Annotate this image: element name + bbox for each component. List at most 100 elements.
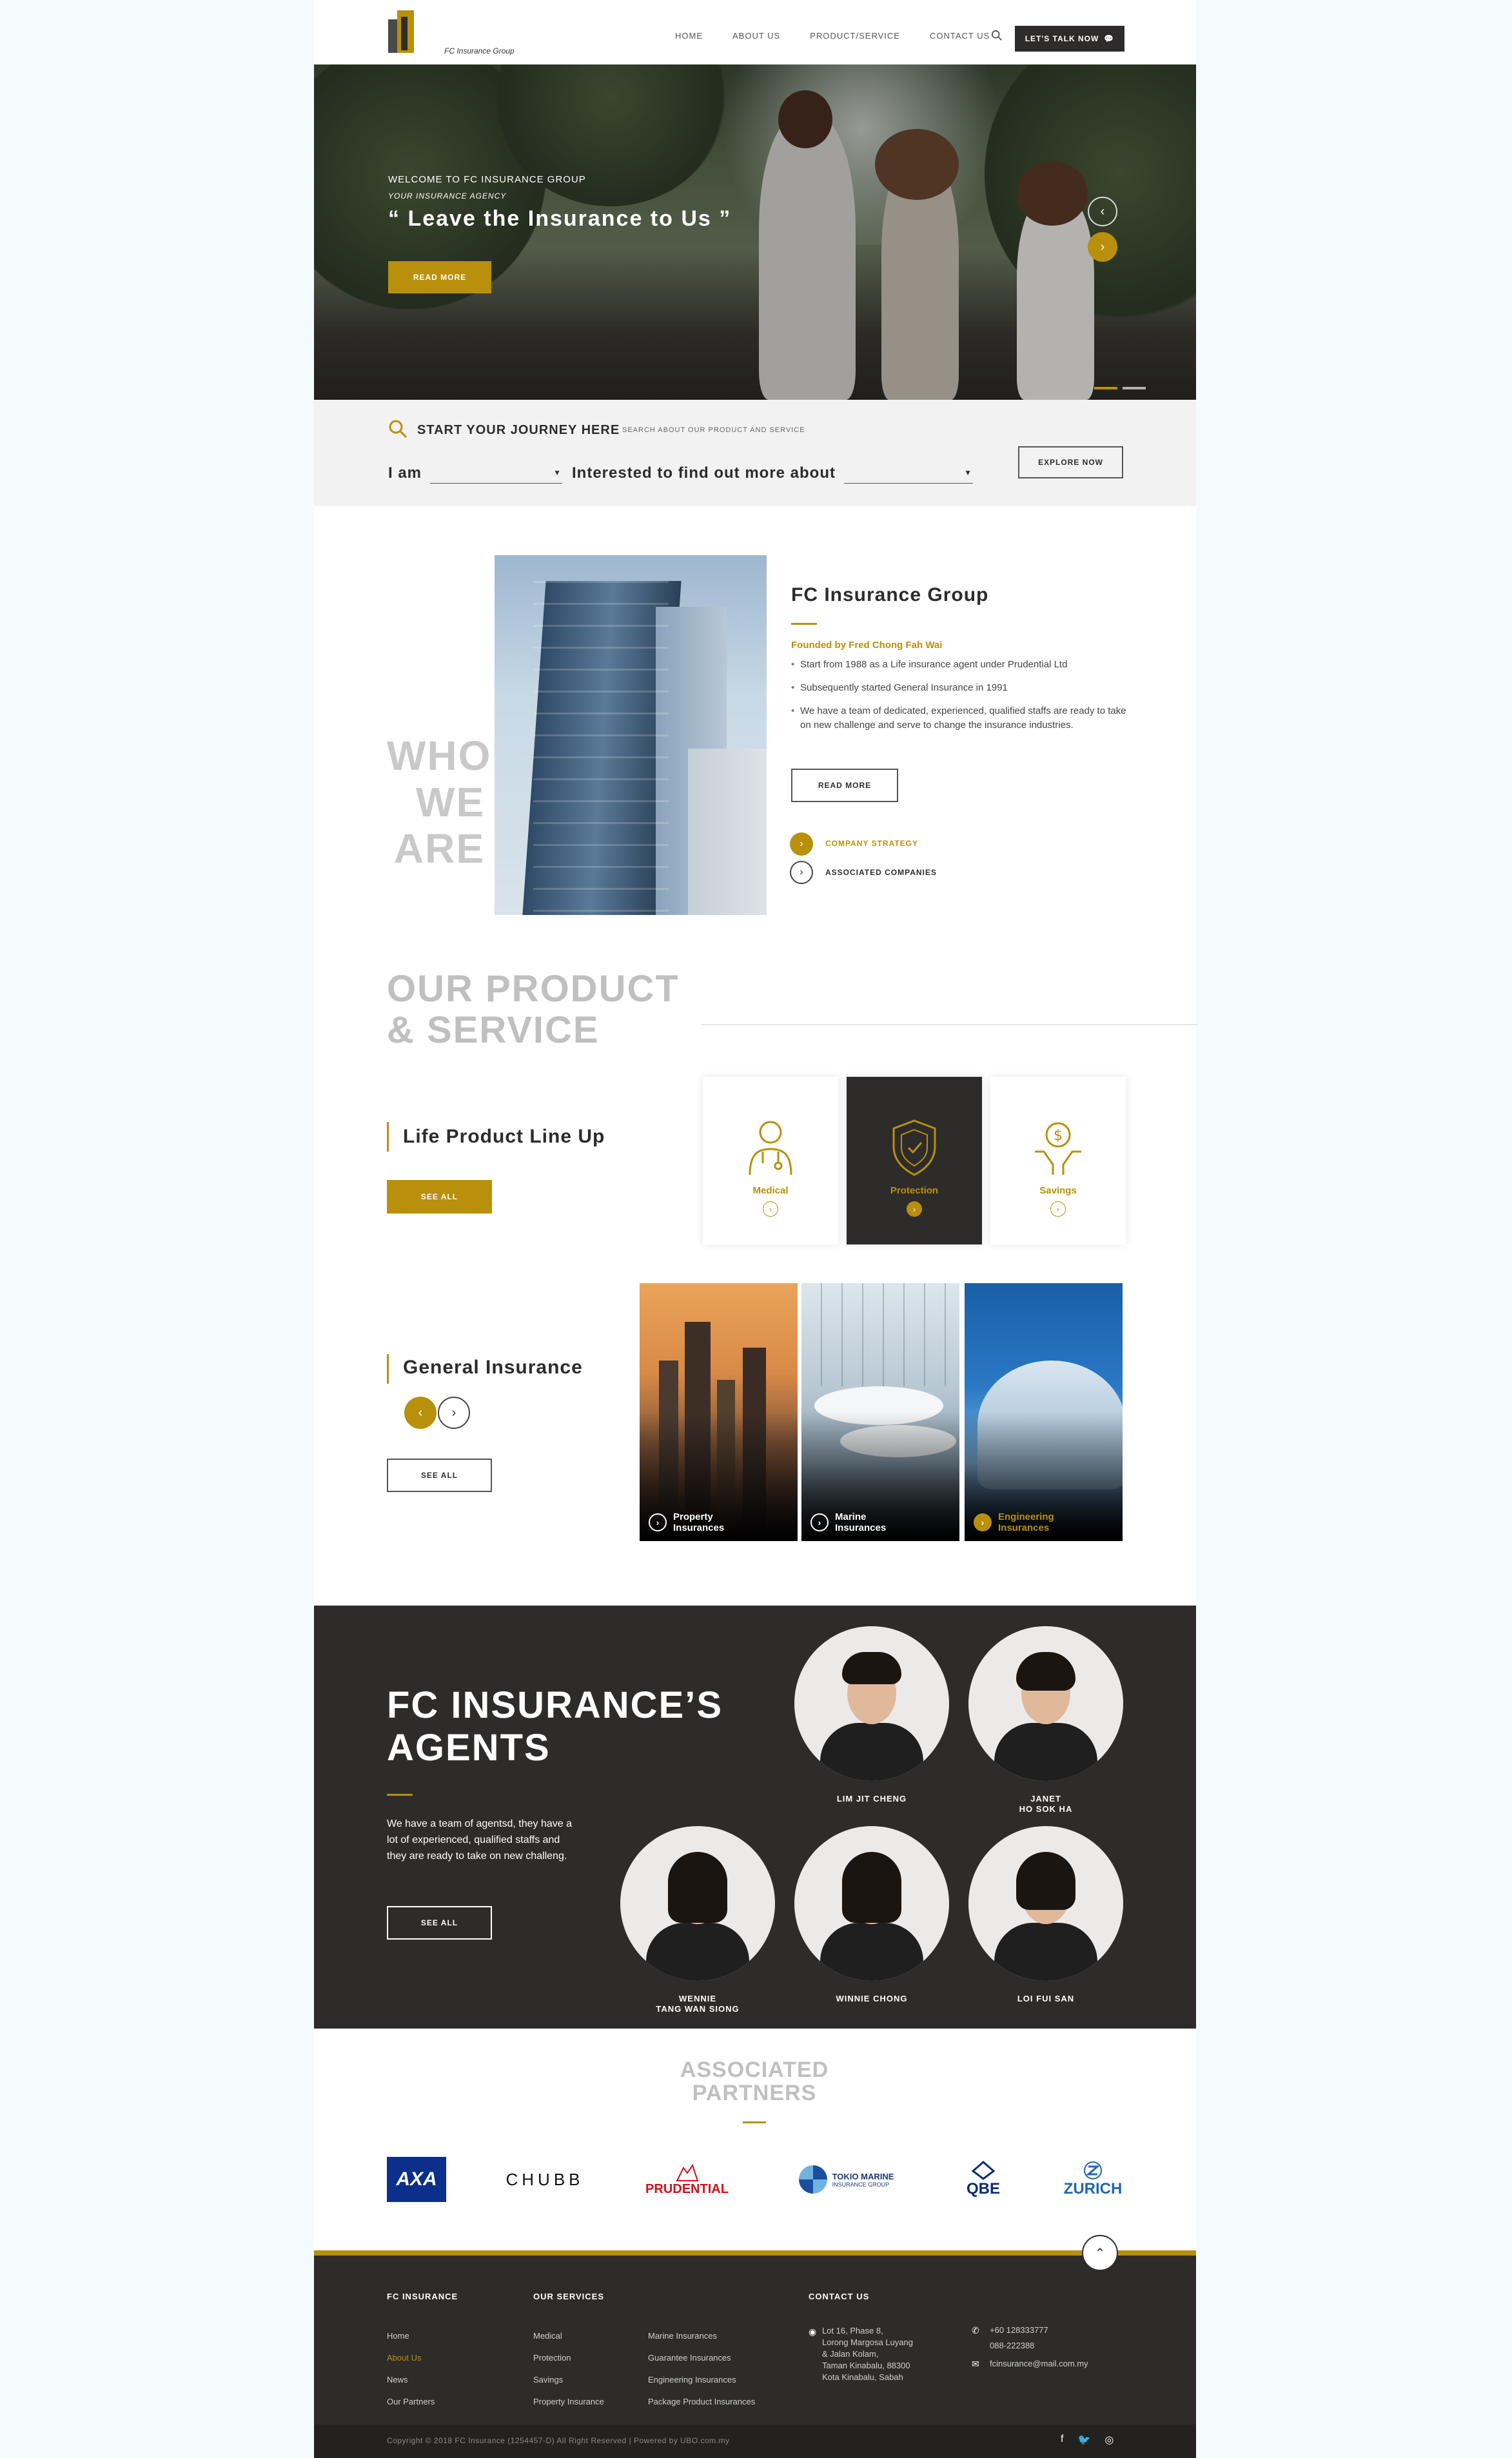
agent-name: LOI FUI SAN — [1017, 1994, 1075, 2003]
fc-group-heading: FC Insurance Group — [791, 584, 989, 605]
arrow-right-icon[interactable]: › — [1050, 1201, 1066, 1217]
arrow-right-icon[interactable]: › — [763, 1201, 778, 1217]
nav-home[interactable]: HOME — [675, 31, 703, 41]
product-card-label: Savings — [1039, 1185, 1077, 1196]
interest-select[interactable]: ▼ — [844, 462, 973, 484]
email-link[interactable]: fcinsurance@mail.com.my — [990, 2356, 1088, 2372]
hero-prev-arrow-icon[interactable]: ‹ — [1088, 197, 1117, 226]
agent-name-line2: TANG WAN SIONG — [656, 2004, 740, 2014]
footer-link[interactable]: Guarantee Insurances — [648, 2347, 755, 2369]
partner-name: ZURICH — [1063, 2180, 1123, 2197]
partner-logo-qbe[interactable]: QBE — [964, 2157, 1003, 2202]
footer-link-news[interactable]: News — [387, 2369, 435, 2391]
tile-marine-insurance[interactable]: › Marine Insurances — [801, 1283, 959, 1541]
phone-number[interactable]: 088-222388 — [990, 2338, 1048, 2354]
footer-link[interactable]: Savings — [533, 2369, 604, 2391]
copyright-bar: Copyright © 2018 FC Insurance (1254457-D… — [314, 2424, 1196, 2458]
chevron-down-icon: ▼ — [964, 468, 972, 477]
hero-banner: WELCOME TO FC INSURANCE GROUP YOUR INSUR… — [314, 64, 1196, 400]
agents-see-all-button[interactable]: SEE ALL — [387, 1906, 492, 1940]
partner-logo-prudential[interactable]: PRUDENTIAL — [643, 2157, 731, 2202]
footer-links-services: Medical Protection Savings Property Insu… — [533, 2325, 604, 2413]
phone-number[interactable]: +60 128333777 — [990, 2323, 1048, 2338]
arrow-right-icon[interactable]: › — [810, 1513, 829, 1531]
who-read-more-button[interactable]: READ MORE — [791, 769, 898, 802]
nav-about-us[interactable]: ABOUT US — [732, 31, 780, 41]
tile-engineering-insurance[interactable]: › Engineering Insurances — [965, 1283, 1123, 1541]
partners-title: ASSOCIATED PARTNERS — [651, 2058, 858, 2105]
product-card-savings[interactable]: $ Savings › — [990, 1077, 1126, 1244]
who-we-are-title: WHO WE ARE — [387, 732, 492, 872]
list-item: Subsequently started General Insurance i… — [791, 681, 1126, 695]
agent-card[interactable]: WINNIE CHONG — [794, 1826, 949, 2004]
explore-now-button[interactable]: EXPLORE NOW — [1018, 446, 1123, 478]
product-card-medical[interactable]: Medical › — [703, 1077, 838, 1244]
footer-link-about-us[interactable]: About Us — [387, 2347, 435, 2369]
tile-label-line2: Insurances — [998, 1522, 1050, 1533]
logo-mark[interactable] — [388, 10, 415, 53]
agent-name: WENNIE — [679, 1994, 716, 2003]
nav-product-service[interactable]: PRODUCT/SERVICE — [810, 31, 900, 41]
footer-link[interactable]: Property Insurance — [533, 2391, 604, 2413]
footer-link-partners[interactable]: Our Partners — [387, 2391, 435, 2413]
tile-label-line1: Marine — [835, 1511, 867, 1522]
footer-link[interactable]: Engineering Insurances — [648, 2369, 755, 2391]
shield-icon — [892, 1119, 936, 1176]
footer-link-home[interactable]: Home — [387, 2325, 435, 2347]
agents-description: We have a team of agentsd, they have a l… — [387, 1818, 572, 1862]
partner-logo-tokio-marine[interactable]: TOKIO MARINE INSURANCE GROUP — [790, 2157, 903, 2202]
agent-card[interactable]: LOI FUI SAN — [968, 1826, 1123, 2004]
main-nav: HOME ABOUT US PRODUCT/SERVICE CONTACT US — [675, 31, 990, 41]
address-line: Taman Kinabalu, 88300 — [822, 2361, 910, 2370]
arrow-right-icon[interactable]: › — [790, 861, 813, 884]
associated-companies-link[interactable]: ASSOCIATED COMPANIES — [825, 868, 937, 877]
address-line: Lorong Margosa Luyang — [822, 2337, 913, 2347]
arrow-right-icon[interactable]: › — [974, 1513, 992, 1531]
general-see-all-button[interactable]: SEE ALL — [387, 1459, 492, 1492]
talk-now-button[interactable]: LET'S TALK NOW 💬 — [1015, 26, 1124, 52]
twitter-icon[interactable]: 🐦 — [1077, 2433, 1090, 2446]
footer-link[interactable]: Marine Insurances — [648, 2325, 755, 2347]
tile-property-insurance[interactable]: › Property Insurances — [640, 1283, 798, 1541]
agent-card[interactable]: JANET HO SOK HA — [968, 1626, 1123, 1814]
carousel-next-icon[interactable]: › — [438, 1397, 470, 1429]
slide-indicator[interactable] — [1123, 387, 1146, 389]
address-line: Lot 16, Phase 8, — [822, 2326, 883, 2335]
tile-label-line2: Insurances — [835, 1522, 887, 1533]
footer: FC INSURANCE Home About Us News Our Part… — [314, 2256, 1196, 2424]
arrow-right-icon[interactable]: › — [907, 1201, 922, 1217]
partner-logo-chubb[interactable]: CHUBB — [493, 2157, 596, 2202]
product-card-label: Protection — [890, 1185, 939, 1196]
footer-link[interactable]: Protection — [533, 2347, 604, 2369]
slide-indicator-active[interactable] — [1094, 387, 1117, 389]
nav-contact-us[interactable]: CONTACT US — [930, 31, 990, 41]
founder-text: Founded by Fred Chong Fah Wai — [791, 640, 943, 651]
back-to-top-icon[interactable]: ⌃ — [1082, 2235, 1118, 2271]
agent-card[interactable]: WENNIE TANG WAN SIONG — [620, 1826, 775, 2014]
company-strategy-link[interactable]: COMPANY STRATEGY — [825, 839, 918, 848]
search-icon[interactable] — [991, 30, 1003, 41]
accent-divider — [791, 623, 817, 625]
partner-logo-axa[interactable]: AXA — [387, 2157, 446, 2202]
hero-read-more-button[interactable]: READ MORE — [388, 261, 491, 293]
rock-icon — [675, 2163, 698, 2181]
arrow-right-icon[interactable]: › — [649, 1513, 667, 1531]
avatar — [968, 1826, 1123, 1981]
address-line: & Jalan Kolam, — [822, 2349, 879, 2359]
life-see-all-button[interactable]: SEE ALL — [387, 1180, 492, 1214]
product-card-protection[interactable]: Protection › — [847, 1077, 982, 1244]
agent-card[interactable]: LIM JIT CHENG — [794, 1626, 949, 1804]
instagram-icon[interactable]: ◎ — [1105, 2433, 1114, 2446]
footer-link[interactable]: Medical — [533, 2325, 604, 2347]
svg-text:$: $ — [1054, 1128, 1063, 1144]
footer-link[interactable]: Package Product Insurances — [648, 2391, 755, 2413]
arrow-right-icon[interactable]: › — [790, 832, 813, 856]
facebook-icon[interactable]: f — [1061, 2433, 1063, 2446]
zurich-z-icon — [1084, 2161, 1102, 2179]
site-header: FC Insurance Group HOME ABOUT US PRODUCT… — [314, 0, 1196, 64]
partner-logo-zurich[interactable]: ZURICH — [1057, 2157, 1128, 2202]
carousel-prev-icon[interactable]: ‹ — [404, 1397, 437, 1429]
hero-next-arrow-icon[interactable]: › — [1088, 232, 1117, 262]
i-am-select[interactable]: ▼ — [430, 462, 562, 484]
partner-name: CHUBB — [506, 2169, 584, 2189]
